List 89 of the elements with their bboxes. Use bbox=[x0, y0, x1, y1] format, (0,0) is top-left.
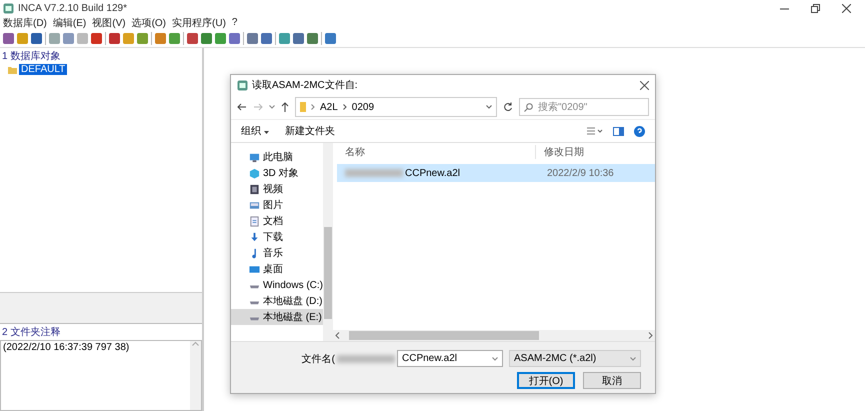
address-bar[interactable]: A2L 0209 bbox=[295, 97, 497, 117]
nav-item[interactable]: 视频 bbox=[231, 181, 323, 197]
menu-item[interactable]: ? bbox=[232, 17, 238, 28]
toolbar-icon[interactable] bbox=[325, 32, 336, 44]
new-folder-button[interactable]: 新建文件夹 bbox=[284, 124, 335, 138]
nav-item[interactable]: 文档 bbox=[231, 213, 323, 229]
toolbar-icon[interactable] bbox=[155, 32, 166, 44]
toolbar-icon[interactable] bbox=[187, 32, 198, 44]
toolbar-icon[interactable] bbox=[293, 32, 304, 44]
nav-item[interactable]: 此电脑 bbox=[231, 149, 323, 165]
nav-item[interactable]: 本地磁盘 (D:) bbox=[231, 293, 323, 309]
menu-item[interactable]: 选项(O) bbox=[132, 16, 166, 30]
film-icon bbox=[249, 184, 260, 194]
column-header[interactable]: 修改日期 bbox=[536, 144, 584, 158]
toolbar-icon[interactable] bbox=[31, 32, 42, 44]
app-icon bbox=[3, 2, 14, 14]
search-field[interactable]: 搜索"0209" bbox=[519, 98, 649, 116]
close-icon[interactable] bbox=[640, 80, 649, 90]
refresh-icon[interactable] bbox=[503, 102, 513, 112]
caret-icon bbox=[264, 131, 269, 134]
chevron-down-icon[interactable] bbox=[269, 105, 275, 109]
toolbar-icon[interactable] bbox=[261, 32, 272, 44]
redaction-blur bbox=[345, 169, 403, 177]
toolbar-icon[interactable] bbox=[279, 32, 290, 44]
chevron-right-icon bbox=[311, 104, 315, 110]
nav-item[interactable]: 音乐 bbox=[231, 245, 323, 261]
menu-item[interactable]: 实用程序(U) bbox=[172, 16, 226, 30]
scrollbar-thumb[interactable] bbox=[324, 227, 332, 319]
menu-item[interactable]: 编辑(E) bbox=[52, 16, 86, 30]
comments-area[interactable]: (2022/2/10 16:37:39 797 38) bbox=[0, 340, 202, 411]
file-type-dropdown[interactable]: ASAM-2MC (*.a2l) bbox=[509, 350, 641, 367]
image-icon bbox=[249, 200, 260, 210]
help-icon[interactable] bbox=[634, 126, 645, 136]
file-name-label: 文件名( bbox=[302, 352, 335, 366]
nav-item[interactable]: 本地磁盘 (E:) bbox=[231, 309, 323, 325]
dialog-button[interactable]: 打开(O) bbox=[517, 372, 575, 389]
toolbar-icon[interactable] bbox=[91, 32, 102, 44]
column-header[interactable]: 名称 bbox=[337, 144, 536, 158]
toolbar-icon[interactable] bbox=[3, 32, 14, 44]
close-icon[interactable] bbox=[842, 4, 851, 12]
chevron-right-icon bbox=[342, 104, 347, 110]
toolbar-icon[interactable] bbox=[307, 32, 318, 44]
computer-icon bbox=[249, 152, 260, 162]
search-icon bbox=[524, 103, 533, 112]
folder-icon bbox=[300, 102, 306, 112]
scroll-right-icon[interactable] bbox=[648, 332, 653, 339]
organize-menu[interactable]: 组织 bbox=[241, 124, 269, 138]
view-options-icon[interactable] bbox=[587, 127, 603, 135]
panel-header: 2 文件夹注释 bbox=[0, 324, 202, 340]
toolbar-icon[interactable] bbox=[169, 32, 180, 44]
restore-icon[interactable] bbox=[811, 4, 820, 12]
toolbar-icon[interactable] bbox=[137, 32, 148, 44]
menu-item[interactable]: 视图(V) bbox=[92, 16, 126, 30]
file-name-field[interactable]: CCPnew.a2l bbox=[397, 350, 503, 367]
dialog-title: 读取ASAM-2MC文件自: bbox=[252, 78, 358, 92]
toolbar-icon[interactable] bbox=[63, 32, 74, 44]
chevron-down-icon[interactable] bbox=[492, 356, 498, 360]
desktop-icon bbox=[249, 264, 260, 274]
scrollbar-thumb[interactable] bbox=[349, 331, 539, 340]
scroll-left-icon[interactable] bbox=[335, 332, 340, 339]
nav-item[interactable]: 图片 bbox=[231, 197, 323, 213]
toolbar-icon[interactable] bbox=[229, 32, 240, 44]
toolbar-icon[interactable] bbox=[201, 32, 212, 44]
chevron-down-icon[interactable] bbox=[486, 105, 492, 109]
preview-pane-icon[interactable] bbox=[613, 126, 624, 136]
redaction-blur bbox=[337, 354, 395, 362]
window-title: INCA V7.2.10 Build 129* bbox=[18, 2, 127, 14]
breadcrumb-item[interactable]: A2L bbox=[320, 102, 338, 112]
breadcrumb-item[interactable]: 0209 bbox=[352, 102, 374, 112]
panel-header: 1 数据库对象 bbox=[0, 48, 202, 64]
tree-item[interactable]: DEFAULT bbox=[19, 64, 68, 75]
chevron-down-icon bbox=[630, 356, 636, 360]
toolbar-icon[interactable] bbox=[109, 32, 120, 44]
back-icon[interactable] bbox=[237, 103, 247, 111]
cube-icon bbox=[249, 168, 260, 178]
dialog-button[interactable]: 取消 bbox=[583, 372, 641, 389]
nav-item[interactable]: Windows (C:) bbox=[231, 277, 323, 293]
nav-item[interactable]: 下载 bbox=[231, 229, 323, 245]
document-icon bbox=[249, 216, 260, 226]
app-icon bbox=[237, 80, 248, 90]
file-row[interactable]: CCPnew.a2l 2022/2/9 10:36 bbox=[337, 164, 655, 182]
toolbar-icon[interactable] bbox=[247, 32, 258, 44]
up-arrow-icon[interactable] bbox=[281, 102, 289, 112]
toolbar-icon[interactable] bbox=[215, 32, 226, 44]
download-icon bbox=[249, 232, 260, 242]
nav-item[interactable]: 3D 对象 bbox=[231, 165, 323, 181]
comment-text: (2022/2/10 16:37:39 797 38) bbox=[3, 342, 130, 353]
nav-item[interactable]: 桌面 bbox=[231, 261, 323, 277]
menu-item[interactable]: 数据库(D) bbox=[3, 16, 47, 30]
